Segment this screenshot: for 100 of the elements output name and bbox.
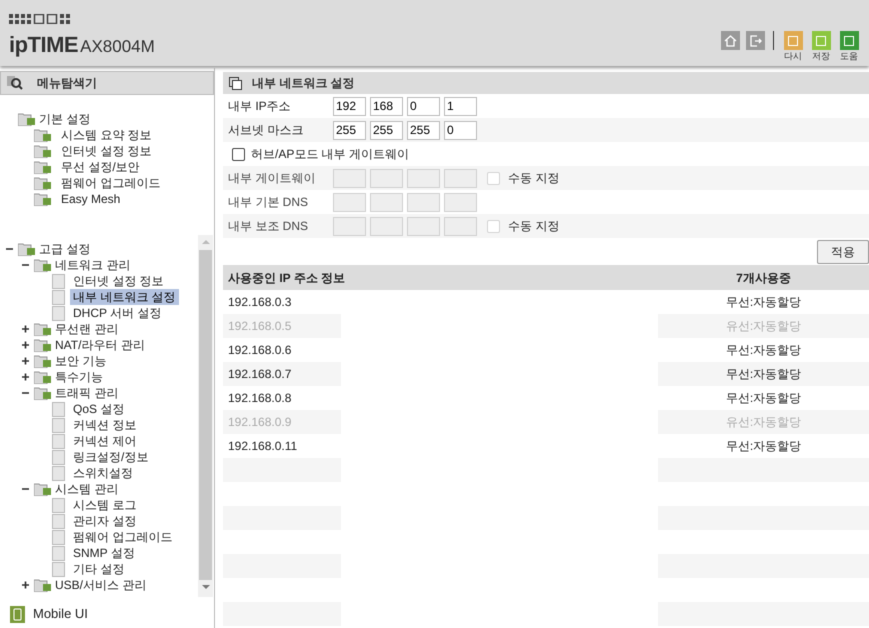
menu-item[interactable]: 내부 네트워크 설정: [70, 289, 179, 305]
menu-group[interactable]: 무선랜 관리: [55, 320, 118, 338]
mobile-ui-link[interactable]: Mobile UI: [33, 604, 88, 624]
checkbox[interactable]: [232, 148, 245, 160]
ip-octet-field[interactable]: 0: [407, 96, 440, 116]
collapse-icon[interactable]: [20, 485, 32, 493]
home-button[interactable]: [721, 31, 740, 50]
phone-icon: [10, 606, 25, 622]
menu-item[interactable]: 스위치설정: [70, 465, 136, 481]
apply-button[interactable]: 적용: [817, 240, 869, 264]
expand-icon[interactable]: [20, 325, 32, 333]
panel-title: 내부 네트워크 설정: [252, 75, 355, 92]
ip-octet-field[interactable]: 255: [370, 120, 403, 140]
page-icon: [52, 306, 65, 320]
page-icon: [52, 498, 65, 512]
collapse-icon[interactable]: [4, 245, 16, 253]
menu-group[interactable]: USB/서비스 관리: [55, 576, 146, 594]
ip-octet-field[interactable]: 168: [370, 96, 403, 116]
collapse-icon[interactable]: [20, 389, 32, 397]
logo-icon: [9, 14, 73, 24]
menu-item[interactable]: 시스템 요약 정보: [58, 127, 155, 143]
menu-group[interactable]: 시스템 관리: [55, 480, 118, 498]
ip-octet-field[interactable]: 1: [444, 96, 477, 116]
expand-icon[interactable]: [20, 581, 32, 589]
field-label: 내부 게이트웨이: [227, 170, 316, 187]
menu-item[interactable]: 시스템 로그: [70, 497, 140, 513]
folder-icon: [18, 112, 37, 126]
search-icon: [7, 76, 23, 90]
menu-item[interactable]: DHCP 서버 설정: [70, 305, 164, 321]
model-name: AX8004M: [80, 38, 155, 55]
menu-item[interactable]: Easy Mesh: [58, 191, 124, 207]
folder-icon: [34, 386, 53, 400]
menu-item[interactable]: 관리자 설정: [70, 513, 140, 529]
type-cell: 무선:자동할당: [658, 362, 869, 386]
menu-section[interactable]: 기본 설정: [39, 110, 90, 128]
menu-item[interactable]: 링크설정/정보: [70, 449, 152, 465]
page-icon: [52, 290, 65, 304]
ip-octet-field[interactable]: 255: [333, 120, 366, 140]
menu-item[interactable]: 펌웨어 업그레이드: [70, 529, 176, 545]
scrollbar[interactable]: [198, 235, 213, 597]
page-icon: [52, 418, 65, 432]
folder-icon: [34, 160, 53, 174]
scroll-thumb[interactable]: [199, 250, 212, 580]
folder-icon: [34, 578, 53, 592]
type-cell: 유선:자동할당: [658, 314, 869, 338]
menu-group[interactable]: 트래픽 관리: [55, 384, 118, 402]
ip-octet-field[interactable]: 192: [333, 96, 366, 116]
folder-icon: [34, 338, 53, 352]
page-icon: [52, 434, 65, 448]
expand-icon[interactable]: [20, 341, 32, 349]
menu-section[interactable]: 고급 설정: [39, 240, 90, 258]
menu-item[interactable]: 커넥션 정보: [70, 417, 140, 433]
page-icon: [52, 402, 65, 416]
folder-icon: [18, 242, 37, 256]
sidebar-title: 메뉴탐색기: [37, 75, 97, 92]
home-icon: [724, 34, 737, 46]
ip-cell: 192.168.0.7: [223, 362, 341, 386]
expand-icon[interactable]: [20, 357, 32, 365]
expand-icon[interactable]: [20, 373, 32, 381]
toolbar-button[interactable]: 다시: [782, 31, 804, 62]
exit-icon: [749, 34, 762, 46]
field-label: 서브넷 마스크: [227, 122, 304, 139]
page-icon: [52, 562, 65, 576]
menu-item[interactable]: 인터넷 설정 정보: [70, 273, 167, 289]
menu-group[interactable]: 특수기능: [55, 368, 103, 386]
folder-icon: [34, 192, 53, 206]
toolbar-button[interactable]: 도움: [838, 31, 860, 62]
column-header: 7개사용중: [735, 270, 792, 286]
type-cell: 유선:자동할당: [658, 410, 869, 434]
field-label: 내부 IP주소: [227, 98, 292, 115]
menu-item[interactable]: SNMP 설정: [70, 545, 138, 561]
checkbox-label: 수동 지정: [508, 170, 560, 187]
menu-item[interactable]: 펌웨어 업그레이드: [58, 175, 164, 191]
logo: ipTIME: [9, 34, 78, 56]
menu-item[interactable]: 무선 설정/보안: [58, 159, 143, 175]
menu-group[interactable]: 네트워크 관리: [55, 256, 130, 274]
field-label: 내부 보조 DNS: [227, 218, 310, 235]
menu-item[interactable]: 커넥션 제어: [70, 433, 140, 449]
field-label: 내부 기본 DNS: [227, 194, 310, 211]
page-icon: [52, 450, 65, 464]
ip-octet-field[interactable]: 255: [407, 120, 440, 140]
menu-group[interactable]: NAT/라우터 관리: [55, 336, 145, 354]
menu-item[interactable]: QoS 설정: [70, 401, 128, 417]
column-header: 사용중인 IP 주소 정보: [227, 270, 346, 286]
folder-icon: [34, 370, 53, 384]
menu-item[interactable]: 인터넷 설정 정보: [58, 143, 155, 159]
toolbar-button[interactable]: 저장: [810, 31, 832, 62]
window-icon: [229, 76, 242, 90]
menu-group[interactable]: 보안 기능: [55, 352, 106, 370]
folder-icon: [34, 176, 53, 190]
page-icon: [52, 466, 65, 480]
ip-octet-field[interactable]: 0: [444, 120, 477, 140]
scroll-up-icon[interactable]: [202, 240, 210, 244]
page-icon: [52, 546, 65, 560]
ip-cell: 192.168.0.5: [223, 314, 341, 338]
folder-icon: [34, 354, 53, 368]
scroll-down-icon[interactable]: [202, 585, 210, 589]
collapse-icon[interactable]: [20, 261, 32, 269]
menu-item[interactable]: 기타 설정: [70, 561, 128, 577]
logout-button[interactable]: [746, 31, 765, 50]
